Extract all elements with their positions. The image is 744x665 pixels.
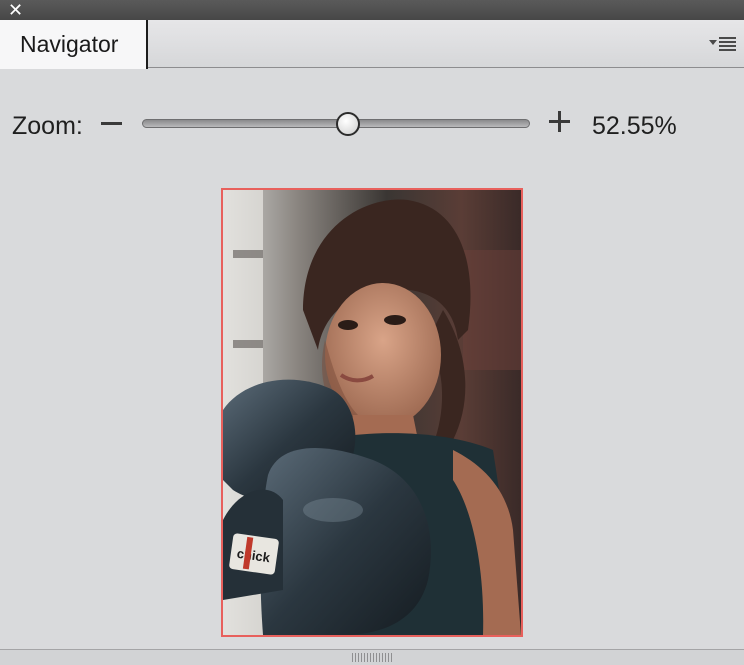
minus-icon: [101, 122, 122, 125]
navigator-preview[interactable]: chick: [221, 188, 523, 637]
panel-menu-icon[interactable]: [708, 34, 738, 54]
tab-strip: Navigator: [0, 20, 744, 69]
photo-thumbnail: chick: [223, 190, 521, 635]
tab-navigator-label: Navigator: [20, 31, 119, 57]
resize-grip-icon[interactable]: [352, 653, 392, 662]
zoom-in-button[interactable]: [546, 108, 574, 136]
zoom-slider-thumb[interactable]: [335, 112, 360, 136]
zoom-percentage: 52.55%: [592, 112, 677, 140]
zoom-out-button[interactable]: [98, 110, 126, 138]
zoom-controls: Zoom: 52.55%: [0, 100, 744, 150]
zoom-label: Zoom:: [12, 112, 83, 140]
panel-titlebar: ✕: [0, 0, 744, 20]
tab-navigator[interactable]: Navigator: [0, 20, 148, 69]
panel-resize-bar: [0, 649, 744, 665]
close-icon[interactable]: ✕: [8, 1, 23, 19]
plus-icon: [549, 111, 570, 132]
